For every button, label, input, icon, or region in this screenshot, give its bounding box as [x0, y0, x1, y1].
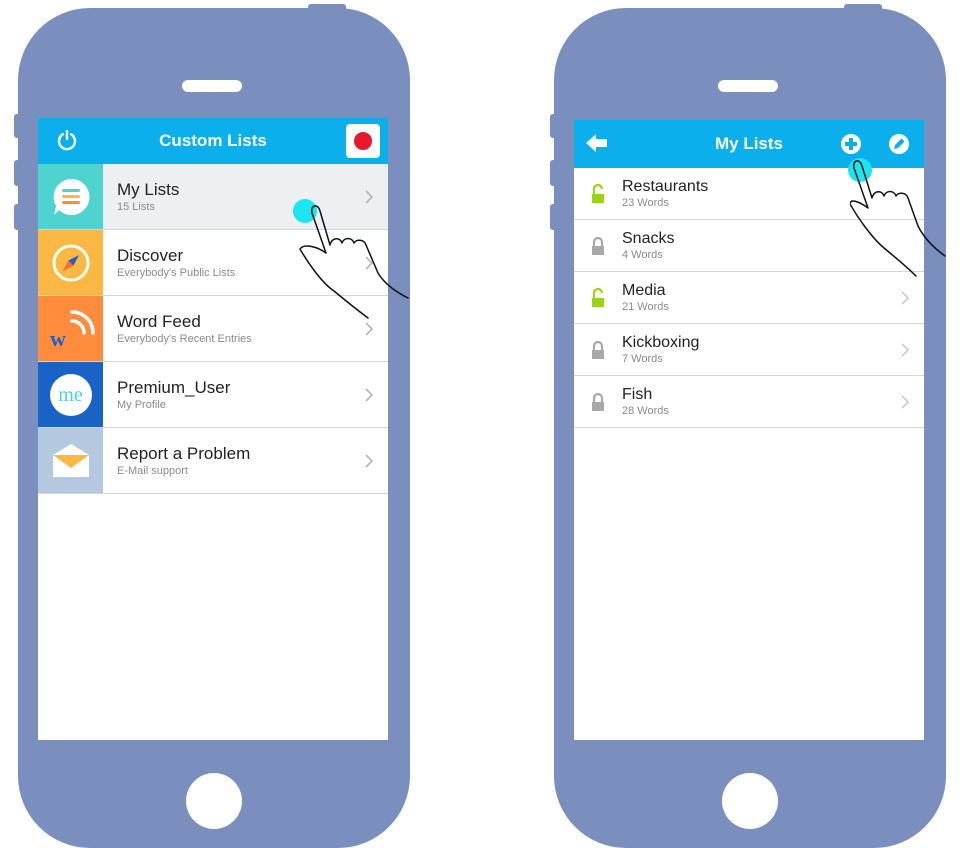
chevron-right-icon — [898, 291, 912, 305]
phone-speaker — [718, 80, 778, 92]
menu-item-discover[interactable]: Discover Everybody's Public Lists — [38, 230, 388, 296]
list-item-label: Snacks — [622, 230, 675, 247]
avatar-text: me — [58, 383, 83, 406]
custom-lists-screen: Custom Lists My Lists 15 Lists Discover … — [38, 118, 388, 740]
profile-tile: me — [38, 362, 103, 427]
menu-item-subtitle: Everybody's Public Lists — [117, 266, 236, 279]
menu-item-label: Premium_User — [117, 377, 231, 397]
menu-item-label: Discover — [117, 245, 184, 265]
right-phone-frame: My Lists Restaurants 23 Words Snacks 4 W… — [550, 4, 946, 848]
list-item-label: Restaurants — [622, 178, 709, 195]
list-item-label: Kickboxing — [622, 334, 700, 351]
word-feed-tile: w — [38, 296, 103, 361]
list-item[interactable]: Restaurants 23 Words — [574, 168, 924, 220]
locked-icon — [592, 340, 604, 359]
record-icon — [354, 132, 372, 150]
list-item-count: 23 Words — [622, 197, 669, 209]
chevron-right-icon — [898, 395, 912, 409]
chevron-right-icon — [898, 343, 912, 357]
locked-icon — [592, 392, 604, 411]
list-item[interactable]: Fish 28 Words — [574, 376, 924, 428]
menu-item-label: Report a Problem — [117, 443, 251, 463]
envelope-icon — [52, 443, 89, 477]
left-phone-frame: Custom Lists My Lists 15 Lists Discover … — [14, 4, 410, 848]
top-bar: Custom Lists — [38, 118, 388, 164]
list-item[interactable]: Snacks 4 Words — [574, 220, 924, 272]
unlocked-icon — [592, 287, 604, 307]
my-lists-tile — [38, 164, 103, 229]
menu-item-profile[interactable]: me Premium_User My Profile — [38, 362, 388, 428]
list-item-count: 7 Words — [622, 353, 663, 365]
menu-item-label: Word Feed — [117, 311, 201, 331]
report-tile — [38, 428, 103, 493]
list-item-label: Fish — [622, 386, 653, 403]
touch-indicator — [293, 199, 317, 223]
chevron-right-icon — [362, 255, 376, 270]
unlocked-icon — [592, 183, 604, 203]
chevron-right-icon — [362, 189, 376, 204]
compass-icon — [52, 244, 89, 281]
menu-item-subtitle: Everybody's Recent Entries — [117, 332, 252, 345]
discover-tile — [38, 230, 103, 295]
phone-speaker — [182, 80, 242, 92]
list-item-label: Media — [622, 282, 666, 299]
power-icon[interactable] — [56, 129, 78, 151]
page-title: Custom Lists — [159, 131, 267, 150]
home-button[interactable] — [186, 773, 242, 829]
list-item[interactable]: Media 21 Words — [574, 272, 924, 324]
touch-indicator — [848, 158, 872, 182]
home-button[interactable] — [722, 773, 778, 829]
svg-text:w: w — [50, 326, 66, 351]
menu-item-subtitle: 15 Lists — [117, 200, 155, 213]
chevron-right-icon — [362, 387, 376, 402]
list-item[interactable]: Kickboxing 7 Words — [574, 324, 924, 376]
list-item-count: 21 Words — [622, 301, 669, 313]
speech-bubble-icon — [53, 178, 89, 215]
menu-item-subtitle: My Profile — [117, 398, 166, 411]
menu-item-label: My Lists — [117, 179, 180, 199]
list-item-count: 28 Words — [622, 405, 669, 417]
edit-icon[interactable] — [888, 133, 910, 155]
menu-item-report-problem[interactable]: Report a Problem E-Mail support — [38, 428, 388, 494]
top-bar: My Lists — [574, 120, 924, 168]
record-button[interactable] — [346, 124, 380, 158]
menu-item-word-feed[interactable]: w Word Feed Everybody's Recent Entries — [38, 296, 388, 362]
menu-item-subtitle: E-Mail support — [117, 464, 188, 477]
my-lists-screen: My Lists Restaurants 23 Words Snacks 4 W… — [574, 120, 924, 740]
back-arrow-icon[interactable] — [586, 133, 608, 153]
chevron-right-icon — [362, 321, 376, 336]
page-title: My Lists — [714, 134, 784, 153]
locked-icon — [592, 236, 604, 255]
list-item-count: 4 Words — [622, 249, 663, 261]
me-avatar-icon: me — [49, 373, 92, 416]
menu-item-my-lists[interactable]: My Lists 15 Lists — [38, 164, 388, 230]
add-icon[interactable] — [840, 133, 862, 155]
word-feed-icon: w — [50, 309, 95, 351]
chevron-right-icon — [362, 453, 376, 468]
